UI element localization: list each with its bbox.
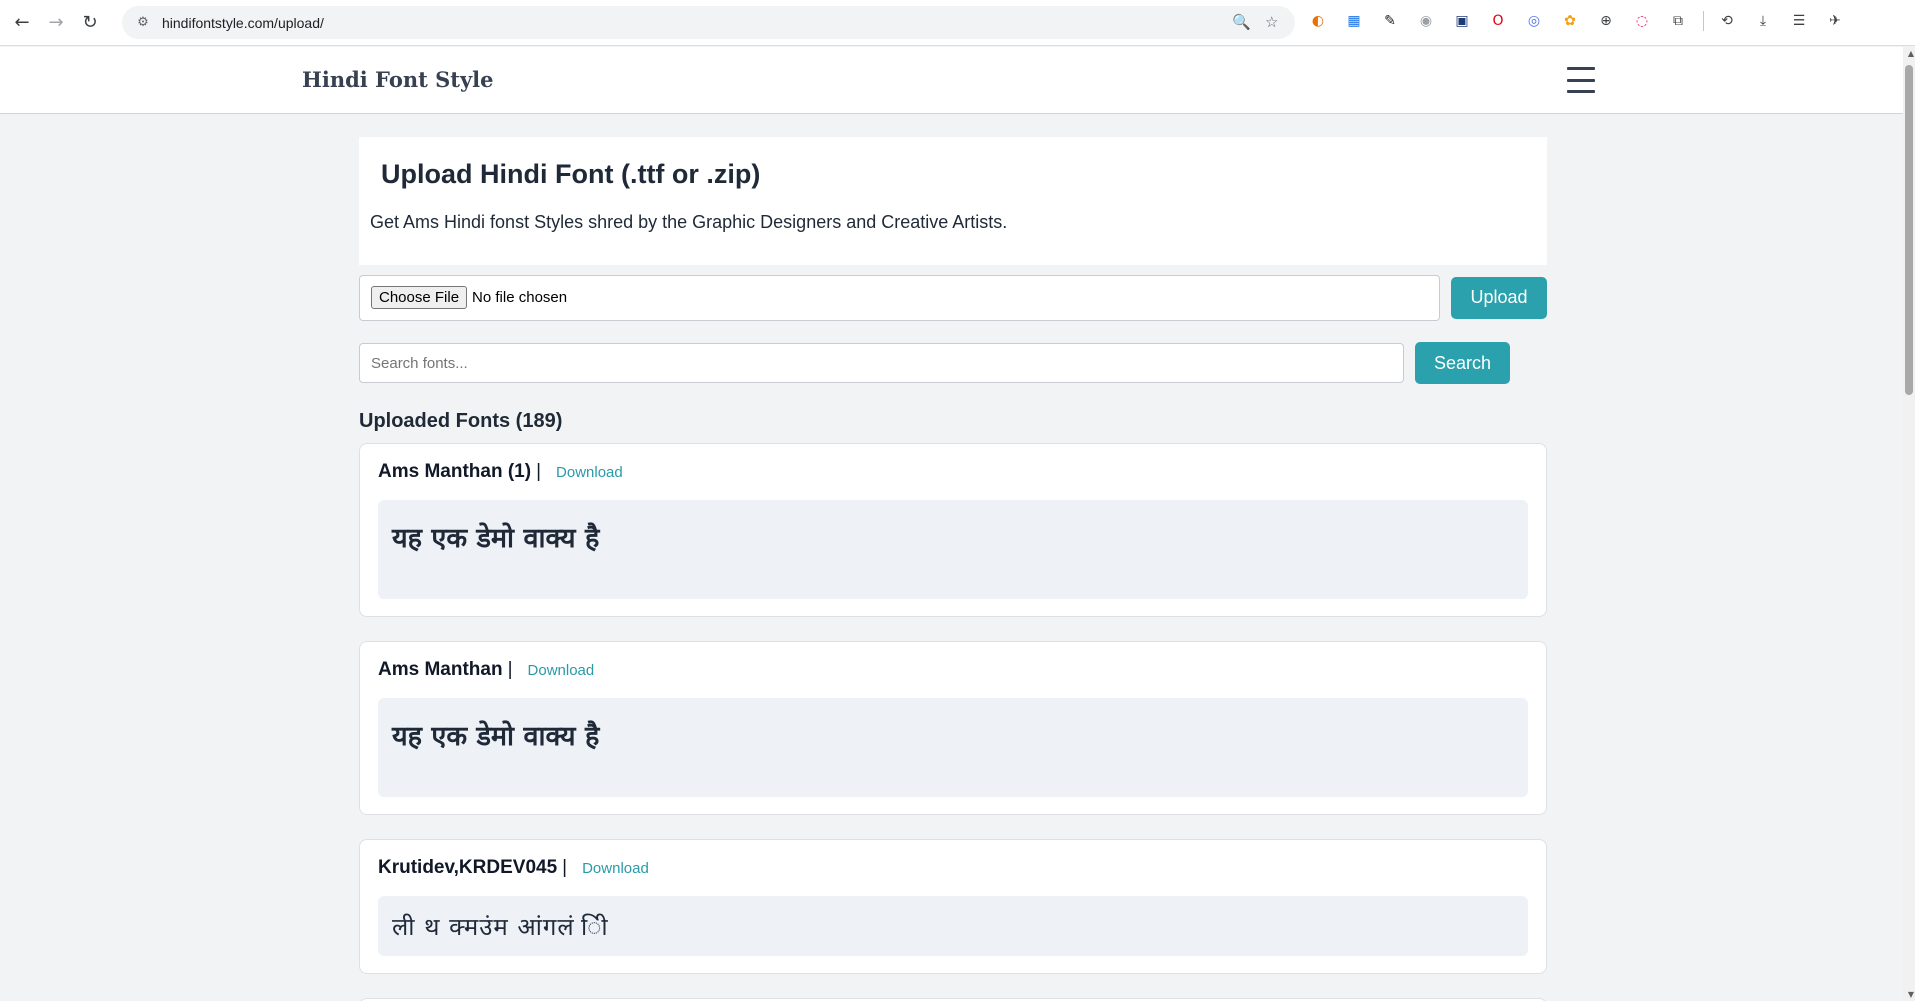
- download-link[interactable]: Download: [528, 662, 595, 679]
- reading-list-icon[interactable]: ☰: [1786, 8, 1812, 34]
- site-brand[interactable]: Hindi Font Style: [302, 67, 494, 92]
- separator: |: [507, 659, 513, 680]
- search-button[interactable]: Search: [1415, 342, 1510, 384]
- font-preview: यह एक डेमो वाक्य है: [378, 698, 1528, 797]
- zoom-icon[interactable]: 🔍: [1232, 13, 1251, 31]
- puzzle-icon[interactable]: ⧉: [1665, 8, 1691, 34]
- history-icon[interactable]: ⟲: [1714, 8, 1740, 34]
- download-link[interactable]: Download: [556, 464, 623, 481]
- scroll-down-arrow-icon[interactable]: ▼: [1908, 990, 1914, 999]
- ext-1-icon[interactable]: ◐: [1305, 8, 1331, 34]
- scroll-thumb[interactable]: [1905, 65, 1913, 395]
- hamburger-menu-icon[interactable]: [1567, 67, 1595, 93]
- ext-2-icon[interactable]: ▦: [1341, 8, 1367, 34]
- font-preview: ली थ क्मउंम आंगलं ीि: [378, 896, 1528, 956]
- url-text[interactable]: hindifontstyle.com/upload/: [162, 15, 324, 31]
- font-card: Ams Manthan (1) | Download यह एक डेमो वा…: [359, 443, 1547, 617]
- address-bar[interactable]: ⚙ hindifontstyle.com/upload/ 🔍 ☆: [122, 6, 1295, 39]
- main-content: Upload Hindi Font (.ttf or .zip) Get Ams…: [359, 137, 1547, 1001]
- save-icon[interactable]: ▣: [1449, 8, 1475, 34]
- intro-panel: Upload Hindi Font (.ttf or .zip) Get Ams…: [359, 137, 1547, 265]
- search-form: Search: [359, 342, 1547, 384]
- search-input[interactable]: [359, 343, 1404, 383]
- uploaded-fonts-heading: Uploaded Fonts (189): [359, 410, 563, 432]
- download-link[interactable]: Download: [582, 860, 649, 877]
- font-name: Krutidev,KRDEV045: [378, 857, 558, 878]
- font-name: Ams Manthan (1): [378, 461, 532, 482]
- site-info-icon[interactable]: ⚙: [128, 15, 158, 30]
- reload-icon[interactable]: ↻: [73, 6, 107, 40]
- page-scrollbar[interactable]: ▲ ▼: [1903, 47, 1915, 1001]
- toolbar-separator: [1703, 11, 1704, 31]
- upload-form: Choose File No file chosen Upload: [359, 274, 1547, 321]
- back-icon[interactable]: ←: [5, 6, 39, 40]
- browser-toolbar: ← → ↻ ⚙ hindifontstyle.com/upload/ 🔍 ☆ ◐…: [0, 0, 1915, 46]
- file-status: No file chosen: [472, 289, 568, 306]
- forward-icon[interactable]: →: [39, 6, 73, 40]
- bookmark-star-icon[interactable]: ☆: [1265, 13, 1278, 31]
- extensions-bar: ◐ ▦ ✎ ◉ ▣ O ◎ ✿ ⊕ ◌ ⧉ ⟲ ⤓ ☰ ✈: [1305, 8, 1858, 34]
- font-name: Ams Manthan: [378, 659, 503, 680]
- upload-button[interactable]: Upload: [1451, 276, 1547, 319]
- page-title: Upload Hindi Font (.ttf or .zip): [381, 159, 761, 189]
- separator: |: [562, 857, 568, 878]
- separator: |: [536, 461, 542, 482]
- ext-7-icon[interactable]: ◎: [1521, 8, 1547, 34]
- font-card: Ams Manthan | Download यह एक डेमो वाक्य …: [359, 641, 1547, 815]
- font-card: Krutidev,KRDEV045 | Download ली थ क्मउंम…: [359, 839, 1547, 974]
- scroll-up-arrow-icon[interactable]: ▲: [1908, 49, 1914, 58]
- opera-icon[interactable]: O: [1485, 8, 1511, 34]
- ext-10-icon[interactable]: ◌: [1629, 8, 1655, 34]
- profile-icon[interactable]: ✈: [1822, 8, 1848, 34]
- eyedropper-icon[interactable]: ✎: [1377, 8, 1403, 34]
- file-input[interactable]: Choose File No file chosen: [359, 274, 1440, 321]
- ext-4-icon[interactable]: ◉: [1413, 8, 1439, 34]
- download-icon[interactable]: ⤓: [1750, 8, 1776, 34]
- choose-file-button[interactable]: Choose File: [371, 286, 468, 309]
- globe-icon[interactable]: ⊕: [1593, 8, 1619, 34]
- site-header: Hindi Font Style: [0, 47, 1903, 114]
- font-preview: यह एक डेमो वाक्य है: [378, 500, 1528, 599]
- page-subtitle: Get Ams Hindi fonst Styles shred by the …: [370, 212, 1008, 232]
- ext-8-icon[interactable]: ✿: [1557, 8, 1583, 34]
